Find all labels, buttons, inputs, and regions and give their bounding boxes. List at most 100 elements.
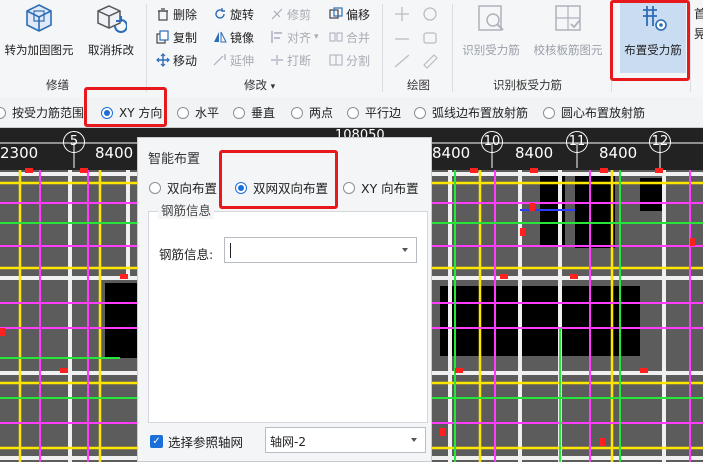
radio-icon (543, 106, 555, 119)
cancel-split-button[interactable]: 取消拆改 (82, 2, 140, 58)
axis-number: 10 (481, 131, 503, 153)
radio-icon (291, 106, 303, 119)
option-xy-placement[interactable]: XY 向布置 (343, 178, 419, 197)
divider (146, 4, 147, 92)
undo-cube-icon (97, 5, 127, 33)
split-label: 分割 (346, 53, 371, 68)
trim-button[interactable]: 修剪 (270, 4, 311, 24)
axis-dim-label: 8400 (515, 144, 554, 162)
cut-off-ribbon-text: 首 晃 (694, 7, 703, 41)
extend-label: 延伸 (230, 53, 255, 68)
merge-icon (329, 30, 343, 44)
delete-button[interactable]: 删除 (156, 4, 197, 24)
divider (452, 4, 453, 92)
axis-dim-label: 8400 (599, 144, 638, 162)
mirror-button[interactable]: 镜像 (213, 27, 254, 47)
extend-icon (213, 53, 227, 67)
verify-slab-icon (555, 5, 581, 31)
rebar-info-label: 钢筋信息: (159, 247, 214, 262)
trim-label: 修剪 (287, 7, 312, 22)
radio-icon (177, 106, 189, 119)
axis-number: 11 (566, 131, 588, 153)
axis-dim-label: 8400 (432, 144, 471, 162)
axis-grid-value: 轴网-2 (270, 435, 306, 449)
option-parallel-edge[interactable]: 平行边 (347, 104, 401, 121)
option-bidirectional[interactable]: 双向布置 (149, 178, 217, 197)
move-button[interactable]: 移动 (156, 50, 197, 70)
rotate-button[interactable]: 旋转 (213, 4, 254, 24)
option-xy-placement-label: XY 向布置 (361, 181, 419, 196)
verify-slab-rebar-button[interactable]: 校核板筋图元 (530, 2, 606, 58)
group-identify-slab-label: 识别板受力筋 (493, 78, 562, 92)
option-arc-radial-label: 弧线边布置放射筋 (432, 106, 529, 120)
cancel-split-label: 取消拆改 (88, 43, 134, 57)
option-arc-radial[interactable]: 弧线边布置放射筋 (414, 104, 528, 121)
chevron-down-icon (402, 248, 408, 252)
option-bidirectional-label: 双向布置 (167, 181, 218, 196)
draw-tools (392, 5, 442, 71)
align-dropdown-icon: ▾ (314, 32, 319, 42)
offset-button[interactable]: 偏移 (329, 4, 370, 24)
option-two-points[interactable]: 两点 (291, 104, 333, 121)
align-icon (270, 30, 284, 44)
option-by-range[interactable]: 按受力筋范围 (0, 104, 84, 121)
option-horizontal[interactable]: 水平 (177, 104, 219, 121)
text-cursor (230, 243, 231, 258)
place-rebar-button[interactable]: 布置受力筋 (620, 2, 686, 58)
draw-tool-icons (394, 7, 438, 69)
identify-rebar-icon (478, 5, 504, 31)
rotate-icon (213, 7, 227, 21)
ref-axis-label: 选择参照轴网 (168, 435, 244, 450)
copy-button[interactable]: 复制 (156, 27, 197, 47)
option-vertical[interactable]: 垂直 (233, 104, 275, 121)
option-xy-label: XY 方向 (119, 106, 163, 120)
move-icon (156, 53, 170, 67)
align-button[interactable]: 对齐 ▾ (270, 27, 319, 47)
break-icon (270, 53, 284, 67)
option-center-radial[interactable]: 圆心布置放射筋 (543, 104, 645, 121)
placement-options-bar: 按受力筋范围 XY 方向 水平 垂直 两点 平行边 弧线边布置放射筋 圆心布置放… (0, 97, 703, 128)
radio-checked-icon (235, 181, 247, 194)
split-icon (329, 53, 343, 67)
option-xy[interactable]: XY 方向 (101, 104, 162, 121)
divider (382, 4, 383, 92)
ref-axis-checkbox[interactable]: ✓ 选择参照轴网 (150, 432, 243, 451)
group-repair-label: 修缮 (46, 78, 69, 92)
divider (690, 4, 691, 92)
divider (611, 4, 612, 92)
option-by-range-label: 按受力筋范围 (12, 106, 85, 120)
identify-rebar-button[interactable]: 识别受力筋 (458, 2, 524, 58)
axis-dim-label: 2300 (0, 144, 39, 162)
convert-reinforced-button[interactable]: 转为加固图元 (3, 2, 75, 58)
delete-label: 删除 (173, 7, 198, 22)
merge-button[interactable]: 合并 (329, 27, 370, 47)
extend-button[interactable]: 延伸 (213, 50, 254, 70)
axis-dim-label: 8400 (95, 144, 134, 162)
radio-icon (233, 106, 245, 119)
split-button[interactable]: 分割 (329, 50, 370, 70)
option-vertical-label: 垂直 (251, 106, 276, 120)
merge-label: 合并 (346, 30, 371, 45)
offset-label: 偏移 (346, 7, 371, 22)
panel-title: 智能布置 (148, 152, 201, 167)
rotate-label: 旋转 (230, 7, 255, 22)
axis-number: 12 (649, 131, 671, 153)
radio-checked-icon (101, 106, 113, 119)
cube-reinforce-icon (26, 4, 52, 32)
axis-grid-select[interactable]: 轴网-2 (265, 427, 426, 453)
mirror-icon (213, 30, 227, 44)
option-double-net-label: 双网双向布置 (253, 181, 329, 196)
rebar-info-combo[interactable] (224, 237, 417, 263)
option-center-radial-label: 圆心布置放射筋 (561, 106, 646, 120)
break-label: 打断 (287, 53, 312, 68)
place-rebar-icon (643, 6, 667, 31)
place-rebar-label: 布置受力筋 (624, 43, 682, 57)
smart-placement-panel: 智能布置 双向布置 双网双向布置 XY 向布置 钢筋信息 钢筋信息: ✓ 选择参… (137, 137, 432, 462)
option-double-net[interactable]: 双网双向布置 (235, 178, 328, 197)
break-button[interactable]: 打断 (270, 50, 311, 70)
group-draw-label: 绘图 (407, 78, 430, 92)
radio-icon (343, 181, 355, 194)
align-label: 对齐 (287, 30, 312, 45)
radio-icon (347, 106, 359, 119)
verify-slab-rebar-label: 校核板筋图元 (533, 43, 603, 57)
